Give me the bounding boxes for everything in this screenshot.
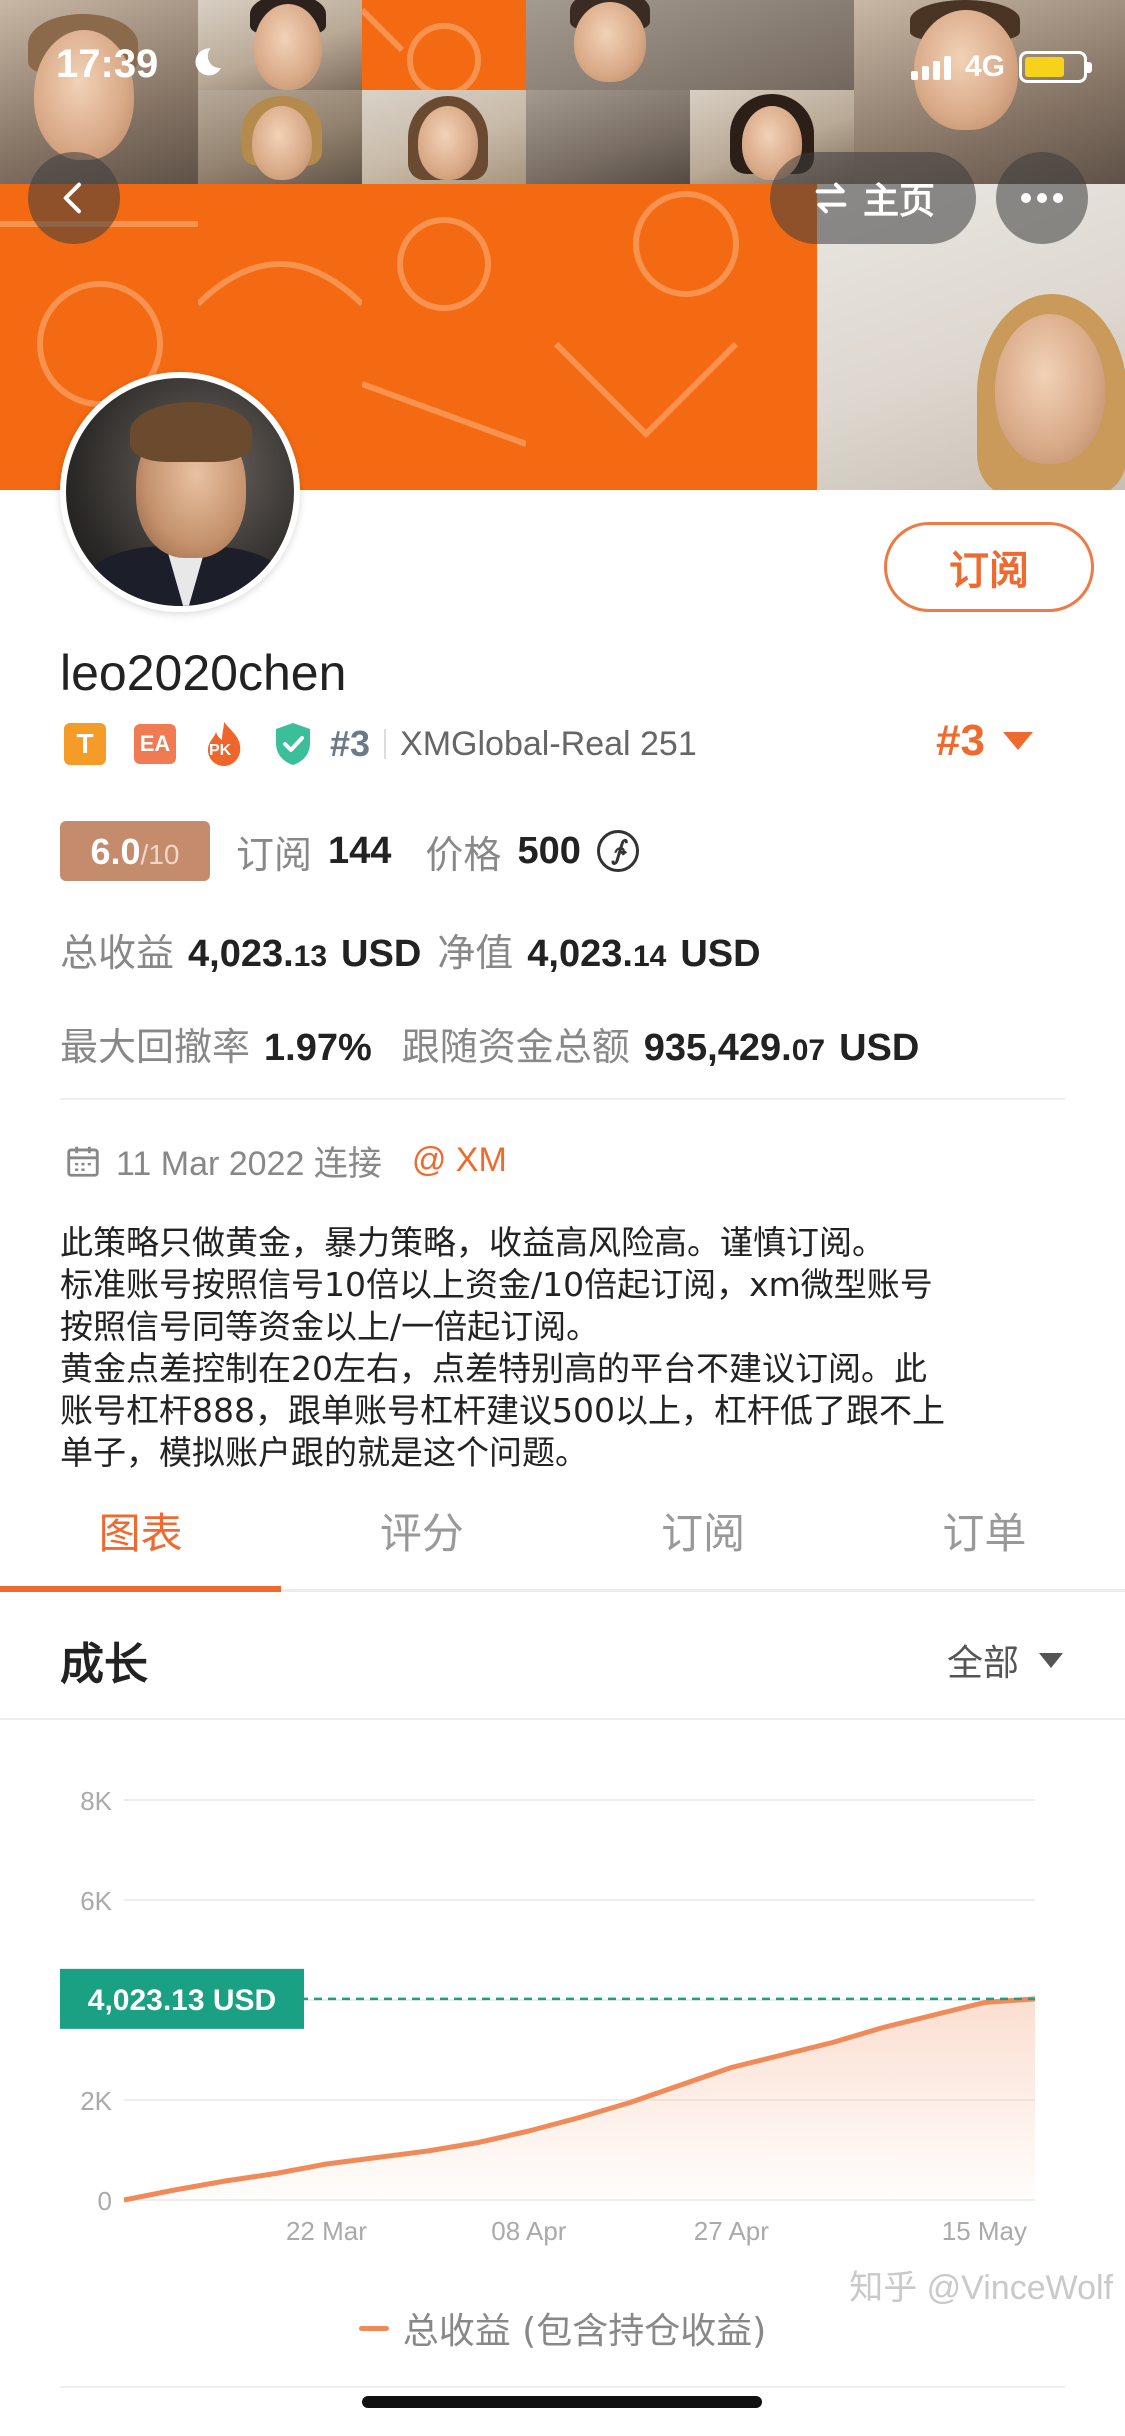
strategy-description: 此策略只做黄金，暴力策略，收益高风险高。谨慎订阅。 标准账号按照信号10倍以上资…: [60, 1222, 1070, 1474]
chevron-left-icon: [63, 182, 81, 214]
tab-rating[interactable]: 评分: [281, 1472, 562, 1589]
period-filter-label: 全部: [946, 1643, 1019, 1684]
follow-funds-dec: 07: [791, 1034, 826, 1067]
swap-icon: [815, 182, 847, 214]
net-value-unit: USD: [680, 933, 761, 975]
score-value: 6.0: [90, 831, 141, 872]
description-line: 按照信号同等资金以上/一倍起订阅。: [60, 1307, 600, 1346]
trader-badge[interactable]: T: [64, 723, 106, 765]
follow-funds-unit: USD: [839, 1027, 920, 1069]
x-tick-label: 27 Apr: [694, 2216, 770, 2246]
divider: [384, 729, 387, 759]
stats-summary: 6.0 /10 订阅 144 价格 500 ∱: [60, 820, 639, 882]
max-drawdown-value: 1.97%: [264, 1027, 372, 1069]
current-value-label: 4,023.13 USD: [88, 1984, 276, 2017]
subscribe-count-label: 订阅: [236, 832, 313, 877]
follow-funds-int: 935,429.: [643, 1027, 792, 1069]
caret-down-icon: [1039, 1652, 1063, 1668]
max-drawdown-label: 最大回撤率: [60, 1025, 251, 1069]
y-tick-label: 2K: [80, 2086, 112, 2116]
description-line: 黄金点差控制在20左右，点差特别高的平台不建议订阅。此: [60, 1349, 927, 1388]
divider: [60, 1098, 1065, 1100]
tab-subscribe[interactable]: 订阅: [563, 1472, 844, 1589]
home-label: 主页: [862, 181, 935, 222]
username: leo2020chen: [60, 645, 347, 701]
chart-legend: 总收益 (包含持仓收益): [0, 2302, 1125, 2354]
legend-swatch: [358, 2325, 389, 2331]
tab-orders[interactable]: 订单: [844, 1472, 1125, 1589]
cover-pattern: [362, 184, 526, 490]
network-type: 4G: [964, 50, 1005, 83]
x-tick-label: 22 Mar: [286, 2216, 367, 2246]
description-line: 账号杠杆888，跟单账号杠杆建议500以上，杠杆低了跟不上: [60, 1391, 945, 1430]
pk-label: PK: [209, 742, 232, 759]
badge-row: T EA PK #3 XMGlobal-Real 251: [64, 718, 697, 770]
rank-dropdown[interactable]: #3: [936, 716, 1033, 766]
growth-section-header: 成长 全部: [0, 1592, 1125, 1720]
moon-icon: [195, 48, 221, 76]
total-profit-int: 4,023.: [188, 933, 294, 975]
period-filter-dropdown[interactable]: 全部: [947, 1634, 1063, 1686]
caret-down-icon: [1002, 732, 1033, 750]
signal-icon: [910, 54, 951, 80]
total-profit-dec: 13: [293, 940, 328, 973]
more-icon: [1021, 193, 1063, 203]
pk-flame-icon[interactable]: PK: [202, 720, 246, 768]
x-tick-label: 08 Apr: [491, 2216, 567, 2246]
description-line: 标准账号按照信号10倍以上资金/10倍起订阅，xm微型账号: [60, 1265, 933, 1304]
connection-date: 11 Mar 2022 连接: [116, 1145, 382, 1183]
profit-row: 总收益 4,023. 13 USD 净值 4,023. 14 USD: [60, 922, 761, 977]
cover-photo: [0, 0, 198, 184]
tab-chart[interactable]: 图表: [0, 1472, 282, 1592]
cover-photo: [362, 90, 526, 184]
ea-badge[interactable]: EA: [134, 724, 176, 764]
broker-tag[interactable]: @ XM: [412, 1141, 507, 1180]
coin-icon: ∱: [596, 830, 639, 872]
net-value-int: 4,023.: [527, 933, 633, 975]
subscribe-button[interactable]: 订阅: [884, 522, 1094, 612]
legend-label: 总收益 (包含持仓收益): [402, 2311, 767, 2352]
chart-svg: 8K6K4K2K022 Mar08 Apr27 Apr15 May4,023.1…: [60, 1786, 1036, 2246]
score-badge: 6.0 /10: [60, 821, 210, 881]
broker-account: XMGlobal-Real 251: [400, 724, 697, 763]
cover-photo: [526, 90, 690, 184]
score-denominator: /10: [140, 839, 180, 870]
x-tick-label: 15 May: [942, 2216, 1027, 2246]
net-value-dec: 14: [632, 940, 667, 973]
connection-info: 11 Mar 2022 连接 @ XM: [64, 1136, 507, 1185]
description-line: 单子，模拟账户跟的就是这个问题。: [60, 1433, 588, 1472]
rank-small: #3: [330, 723, 371, 764]
home-button[interactable]: 主页: [770, 152, 976, 244]
description-line: 此策略只做黄金，暴力策略，收益高风险高。谨慎订阅。: [60, 1223, 885, 1262]
subscribe-count: 144: [328, 829, 392, 872]
back-button[interactable]: [28, 152, 120, 244]
drawdown-row: 最大回撤率 1.97% 跟随资金总额 935,429. 07 USD: [60, 1016, 919, 1071]
avatar[interactable]: [60, 372, 300, 612]
watermark: 知乎 @VinceWolf: [849, 2269, 1113, 2307]
follow-funds-label: 跟随资金总额: [401, 1025, 630, 1069]
cover-photo: [198, 90, 362, 184]
calendar-icon: [67, 1146, 99, 1177]
y-tick-label: 6K: [80, 1886, 112, 1916]
verified-shield-icon[interactable]: [272, 721, 314, 767]
section-title: 成长: [60, 1639, 148, 1690]
status-indicators: 4G: [910, 50, 1092, 84]
y-tick-label: 8K: [80, 1786, 112, 1816]
cover-pattern: [526, 184, 817, 490]
battery-icon: [1019, 51, 1092, 83]
price-label: 价格: [425, 832, 502, 877]
total-profit-label: 总收益: [60, 931, 175, 975]
y-tick-label: 0: [98, 2186, 112, 2216]
divider: [60, 2386, 1065, 2388]
rank-big: #3: [936, 716, 985, 765]
more-button[interactable]: [996, 152, 1088, 244]
status-time: 17:39: [56, 42, 159, 86]
price-value: 500: [517, 829, 581, 872]
cover-pattern: [362, 0, 526, 90]
home-indicator[interactable]: [362, 2396, 762, 2408]
net-value-label: 净值: [437, 931, 514, 975]
tab-bar: 图表 评分 订阅 订单: [0, 1472, 1125, 1592]
total-profit-unit: USD: [341, 933, 422, 975]
